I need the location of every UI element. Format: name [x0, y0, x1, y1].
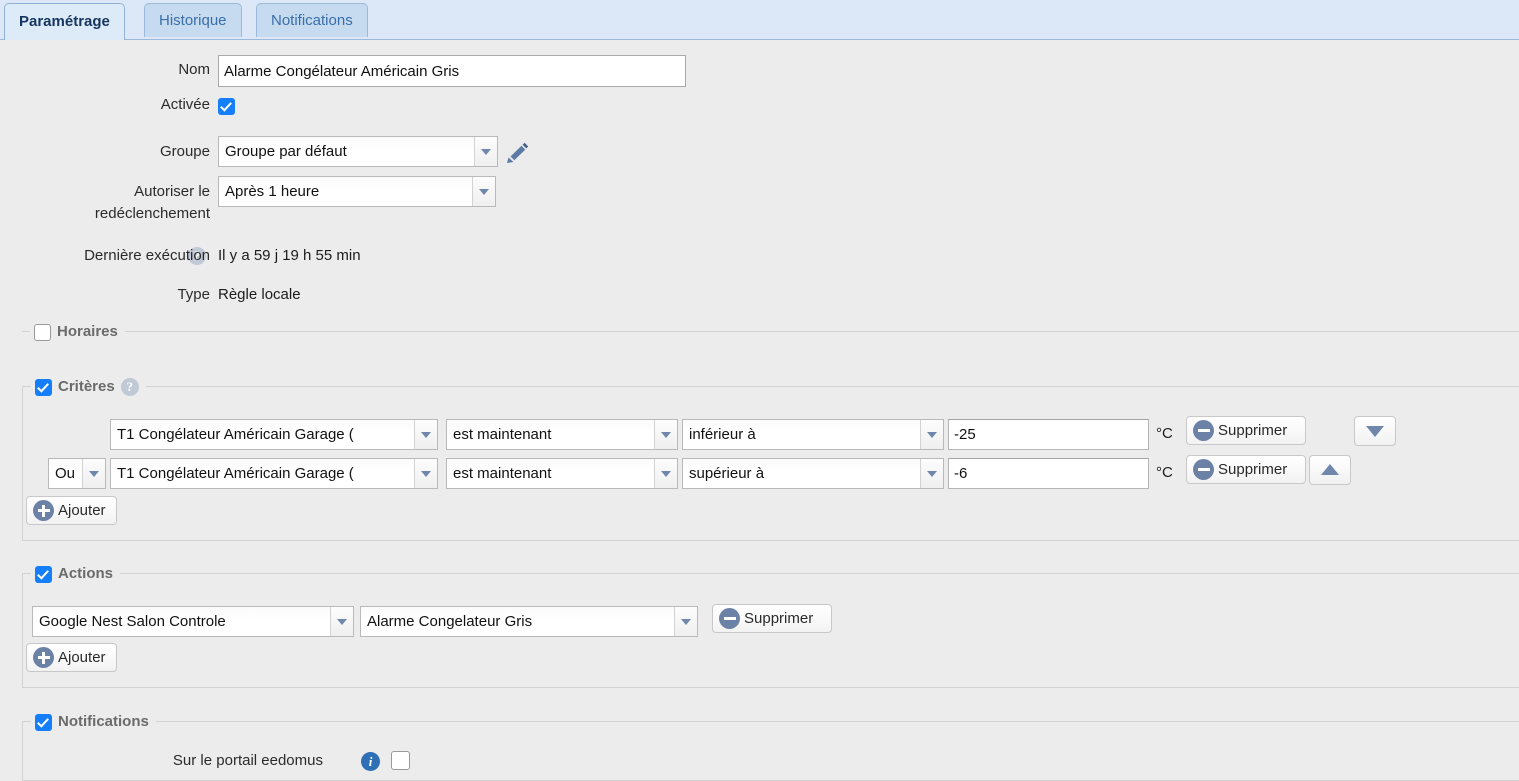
- criteria-row-1-comparator-select[interactable]: supérieur à: [682, 458, 944, 489]
- portal-notification-checkbox[interactable]: [391, 751, 410, 770]
- criteria-row-0-delete-label: Supprimer: [1218, 422, 1288, 439]
- criteria-add-button[interactable]: Ajouter: [26, 496, 117, 525]
- retrigger-select[interactable]: Après 1 heure: [218, 176, 496, 207]
- section-notifications: Notifications Sur le portail eedomus i: [22, 711, 1519, 781]
- criteria-row-1-unit: °C: [1156, 464, 1173, 481]
- enabled-checkbox[interactable]: [218, 98, 235, 115]
- plus-circle-icon: [33, 500, 54, 521]
- chevron-down-icon: [920, 420, 943, 449]
- group-select[interactable]: Groupe par défaut: [218, 136, 498, 167]
- chevron-down-icon: [82, 459, 105, 488]
- criteria-row-0-move-down-button[interactable]: [1354, 416, 1396, 446]
- horaires-checkbox[interactable]: [34, 323, 51, 341]
- notifications-checkbox[interactable]: [35, 713, 52, 731]
- action-row-0-delete-label: Supprimer: [744, 610, 814, 627]
- portal-notification-label: Sur le portail eedomus: [172, 752, 323, 769]
- actions-legend: Actions: [31, 563, 121, 585]
- chevron-down-icon: [654, 459, 677, 488]
- criteria-row-1-delete-button[interactable]: Supprimer: [1186, 455, 1306, 484]
- criteres-checkbox[interactable]: [35, 378, 52, 396]
- notifications-legend-label: Notifications: [58, 713, 149, 730]
- actions-checkbox[interactable]: [35, 565, 52, 583]
- chevron-down-icon: [654, 420, 677, 449]
- action-row-0-device-select[interactable]: Google Nest Salon Controle: [32, 606, 354, 637]
- chevron-down-icon: [414, 420, 437, 449]
- chevron-down-icon: [474, 137, 497, 166]
- chevron-down-icon: [330, 607, 353, 636]
- criteria-row-1-delete-label: Supprimer: [1218, 461, 1288, 478]
- retrigger-select-value: Après 1 heure: [225, 183, 320, 200]
- last-run-value: Il y a 59 j 19 h 55 min: [218, 247, 361, 264]
- group-label: Groupe: [159, 143, 210, 160]
- criteria-row-0-comparator-value: inférieur à: [689, 426, 756, 443]
- criteria-add-label: Ajouter: [58, 502, 106, 519]
- criteres-help-icon[interactable]: ?: [120, 378, 139, 396]
- criteria-row-1-source-select[interactable]: T1 Congélateur Américain Garage (: [110, 458, 438, 489]
- criteria-row-1-value-input[interactable]: [948, 458, 1149, 489]
- criteria-row-0-value-input[interactable]: [948, 419, 1149, 450]
- criteria-row-0-delete-button[interactable]: Supprimer: [1186, 416, 1306, 445]
- criteria-row-1-condition-value: est maintenant: [453, 465, 552, 482]
- criteria-row-1-move-up-button[interactable]: [1309, 455, 1351, 485]
- actions-add-button[interactable]: Ajouter: [26, 643, 117, 672]
- criteria-row-1-source-value: T1 Congélateur Américain Garage (: [117, 465, 354, 482]
- criteria-row-0-unit: °C: [1156, 425, 1173, 442]
- plus-circle-icon: [33, 647, 54, 668]
- last-run-label: Dernière exécution: [84, 247, 210, 264]
- chevron-down-icon: [674, 607, 697, 636]
- enabled-label: Activée: [160, 96, 210, 113]
- retrigger-label-line1: Autoriser le: [134, 183, 210, 200]
- action-row-0-delete-button[interactable]: Supprimer: [712, 604, 832, 633]
- action-row-0-command-value: Alarme Congelateur Gris: [367, 613, 533, 630]
- criteria-row-1-comparator-value: supérieur à: [689, 465, 765, 482]
- criteria-row-1-operator-value: Ou: [55, 465, 76, 482]
- criteria-row-0-comparator-select[interactable]: inférieur à: [682, 419, 944, 450]
- group-select-value: Groupe par défaut: [225, 143, 347, 160]
- type-value: Règle locale: [218, 286, 301, 303]
- criteria-row-0-source-select[interactable]: T1 Congélateur Américain Garage (: [110, 419, 438, 450]
- pencil-icon[interactable]: [505, 142, 531, 166]
- criteria-row-1-condition-select[interactable]: est maintenant: [446, 458, 678, 489]
- tab-historique[interactable]: Historique: [144, 3, 242, 37]
- chevron-down-icon: [414, 459, 437, 488]
- section-actions: Actions Google Nest Salon Controle Alarm…: [22, 563, 1519, 688]
- criteres-legend: Critères ?: [31, 376, 146, 398]
- horaires-legend-label: Horaires: [57, 323, 118, 340]
- criteres-legend-label: Critères: [58, 378, 115, 395]
- criteria-row-0-condition-select[interactable]: est maintenant: [446, 419, 678, 450]
- chevron-down-icon: [472, 177, 495, 206]
- info-icon[interactable]: i: [361, 752, 380, 771]
- actions-legend-label: Actions: [58, 565, 114, 582]
- type-label: Type: [177, 286, 210, 303]
- horaires-legend: Horaires: [30, 321, 125, 343]
- chevron-down-icon: [920, 459, 943, 488]
- criteria-row-0-condition-value: est maintenant: [453, 426, 552, 443]
- minus-circle-icon: [1193, 459, 1214, 480]
- criteria-row-1-operator-select[interactable]: Ou: [48, 458, 106, 489]
- action-row-0-command-select[interactable]: Alarme Congelateur Gris: [360, 606, 698, 637]
- name-label: Nom: [178, 61, 210, 78]
- notifications-legend: Notifications: [31, 711, 156, 733]
- actions-add-label: Ajouter: [58, 649, 106, 666]
- minus-circle-icon: [719, 608, 740, 629]
- tab-parametrage[interactable]: Paramétrage: [4, 3, 125, 40]
- tab-bar: Paramétrage Historique Notifications: [0, 0, 1519, 40]
- action-row-0-device-value: Google Nest Salon Controle: [39, 613, 226, 630]
- minus-circle-icon: [1193, 420, 1214, 441]
- name-input[interactable]: [218, 55, 686, 87]
- retrigger-label-line2: redéclenchement: [94, 205, 210, 222]
- tab-notifications[interactable]: Notifications: [256, 3, 368, 37]
- criteria-row-0-source-value: T1 Congélateur Américain Garage (: [117, 426, 354, 443]
- section-horaires: Horaires: [22, 321, 1519, 343]
- section-criteres: Critères ? T1 Congélateur Américain Gara…: [22, 376, 1519, 541]
